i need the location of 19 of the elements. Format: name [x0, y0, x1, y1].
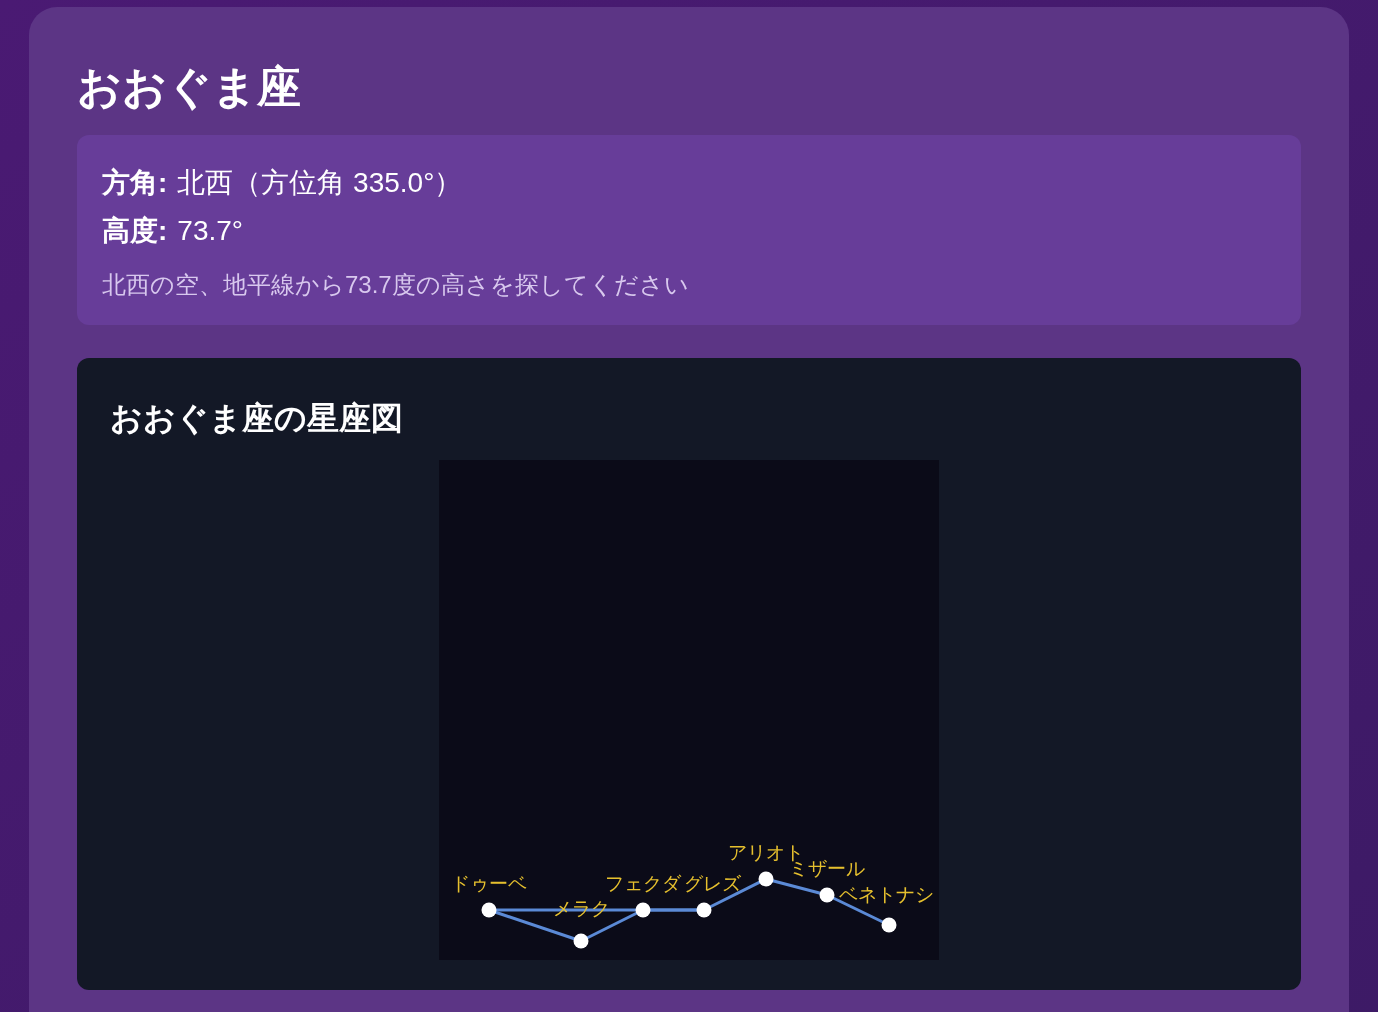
star-dot	[758, 871, 774, 887]
direction-value: 北西（方位角 335.0°）	[177, 166, 463, 200]
star-label: ドゥーベ	[451, 873, 527, 894]
altitude-value: 73.7°	[177, 214, 244, 248]
direction-label: 方角:	[102, 166, 168, 200]
star-dot	[573, 933, 589, 949]
star-dot	[696, 902, 712, 918]
star-dot	[481, 902, 497, 918]
star-dot	[819, 887, 835, 903]
star-dot	[635, 902, 651, 918]
star-label: フェクダ	[605, 873, 681, 894]
star-label: グレズ	[684, 873, 741, 894]
star-map-title: おおぐま座の星座図	[110, 399, 404, 438]
star-dot	[881, 917, 897, 933]
star-label: ベネトナシ	[839, 884, 934, 905]
hint-text: 北西の空、地平線から73.7度の高さを探してください	[102, 270, 690, 300]
page-title: おおぐま座	[77, 61, 302, 113]
star-label: アリオト	[728, 842, 804, 863]
altitude-label: 高度:	[102, 214, 168, 248]
